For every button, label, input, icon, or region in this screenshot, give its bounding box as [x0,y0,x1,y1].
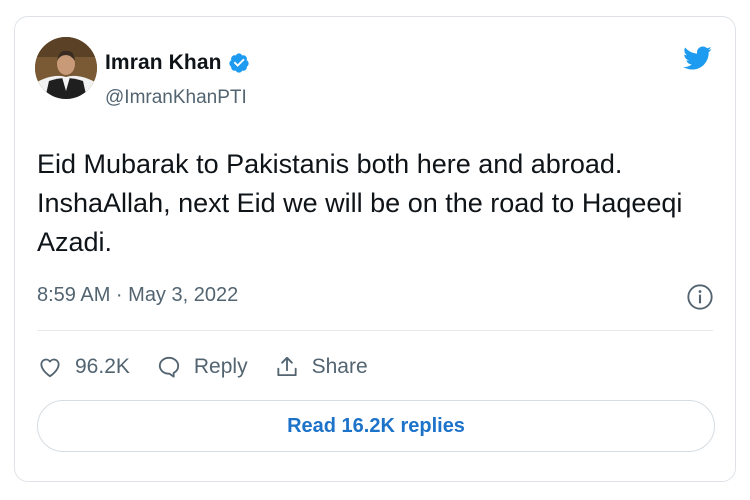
speech-bubble-icon [158,356,180,378]
read-replies-label: Read 16.2K replies [287,414,465,437]
author-row: Imran Khan [105,51,250,75]
reply-button[interactable]: Reply [156,354,248,380]
avatar[interactable] [35,37,97,99]
share-button[interactable]: Share [274,354,368,380]
reply-label: Reply [193,355,248,378]
divider [37,330,713,331]
author-name[interactable]: Imran Khan [105,51,222,75]
tweet-card: Imran Khan @ImranKhanPTI Eid Mubarak to … [14,16,736,482]
twitter-bird-icon[interactable] [680,43,714,73]
tweet-timestamp[interactable]: 8:59 AM · May 3, 2022 [37,284,238,307]
like-button[interactable]: 96.2K [37,354,130,380]
tweet-text: Eid Mubarak to Pakistanis both here and … [37,149,683,257]
share-label: Share [311,355,368,378]
action-bar: 96.2K Reply Share [37,351,394,383]
like-count: 96.2K [75,355,130,378]
verified-badge-icon [228,53,249,73]
avatar-image [35,37,97,99]
read-replies-button[interactable]: Read 16.2K replies [37,400,715,452]
author-handle[interactable]: @ImranKhanPTI [105,87,247,109]
share-arrow-icon [277,356,297,377]
heart-icon [40,358,60,378]
info-icon[interactable] [686,283,714,311]
